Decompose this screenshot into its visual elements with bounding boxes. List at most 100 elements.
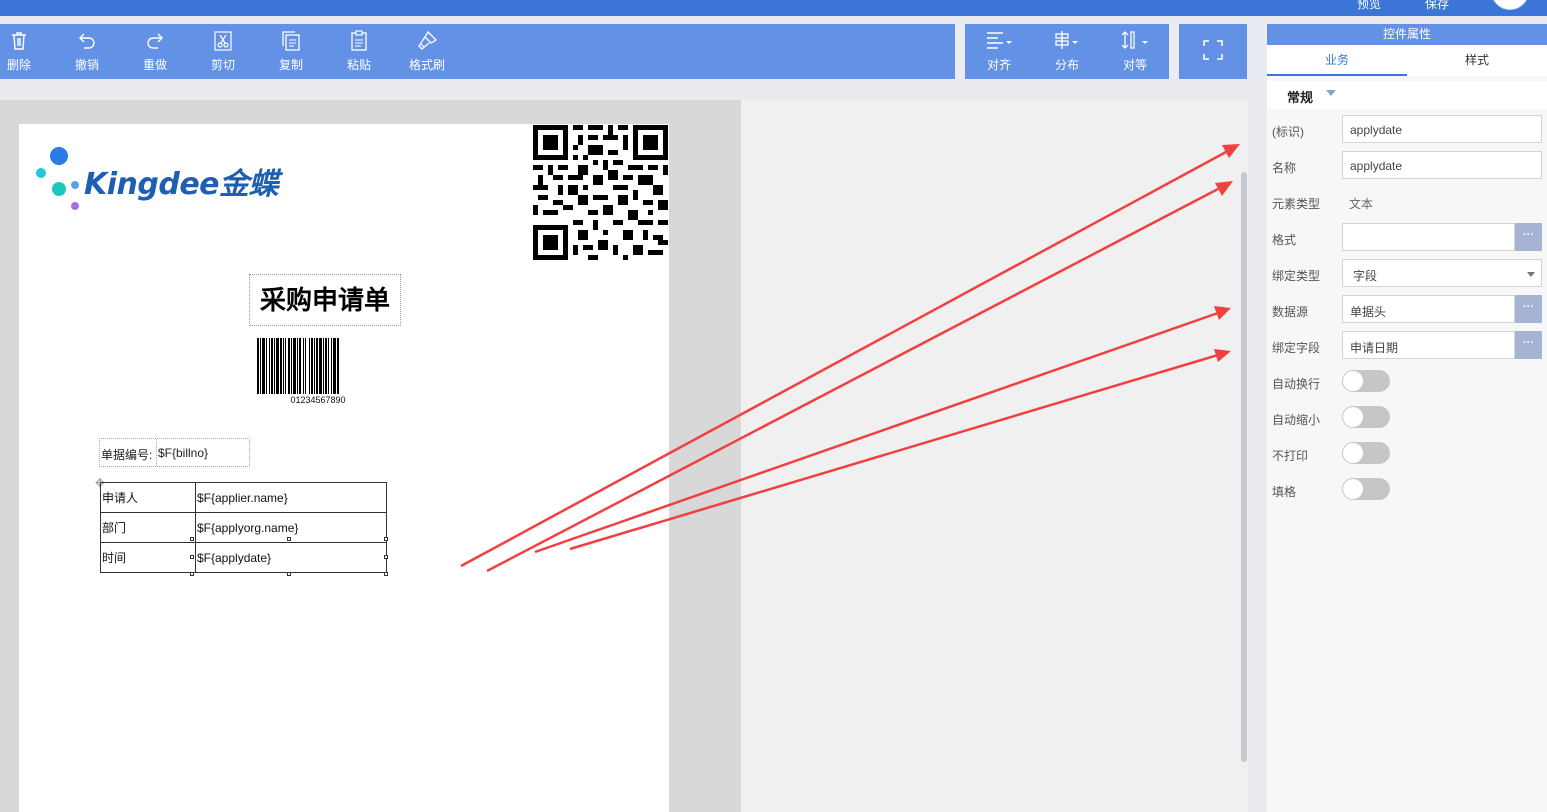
document-title[interactable]: 采购申请单 bbox=[249, 274, 401, 326]
toggle-knob bbox=[1343, 407, 1363, 427]
prop-fill-grid-row: 填格 bbox=[1267, 475, 1547, 505]
datasource-more-button[interactable]: ··· bbox=[1515, 295, 1542, 323]
prop-id-row: (标识) applydate bbox=[1267, 115, 1547, 145]
top-bar: 预览 保存 bbox=[0, 0, 1547, 16]
prop-label: 格式 bbox=[1272, 233, 1297, 247]
avatar[interactable] bbox=[1491, 0, 1529, 10]
canvas-scrollbar[interactable] bbox=[1240, 100, 1248, 812]
fullscreen-icon bbox=[1203, 40, 1223, 60]
scissors-icon bbox=[214, 31, 232, 51]
fullscreen-toolbar bbox=[1179, 24, 1247, 79]
selection-handle[interactable] bbox=[190, 572, 194, 576]
billno-field[interactable]: 单据编号: $F{billno} bbox=[99, 438, 250, 467]
prop-label: 元素类型 bbox=[1272, 197, 1321, 211]
prop-auto-shrink-row: 自动缩小 bbox=[1267, 403, 1547, 433]
copy-icon bbox=[282, 31, 300, 51]
barcode-bar bbox=[299, 338, 301, 394]
selection-handle[interactable] bbox=[287, 572, 291, 576]
datasource-input[interactable]: 单据头 bbox=[1342, 295, 1515, 323]
toggle-knob bbox=[1343, 479, 1363, 499]
save-link[interactable]: 保存 bbox=[1425, 0, 1449, 12]
toggle-knob bbox=[1343, 371, 1363, 391]
toggle-knob bbox=[1343, 443, 1363, 463]
billno-label: 单据编号: bbox=[101, 448, 153, 462]
barcode-bar bbox=[311, 338, 313, 394]
row-label[interactable]: 部门 bbox=[100, 512, 196, 543]
qr-code[interactable] bbox=[533, 125, 668, 260]
paste-button[interactable]: 粘贴 bbox=[329, 24, 389, 79]
prop-label: 自动缩小 bbox=[1272, 413, 1321, 427]
preview-link[interactable]: 预览 bbox=[1357, 0, 1381, 12]
bind-type-select[interactable]: 字段 bbox=[1342, 259, 1542, 287]
row-value-selected[interactable]: $F{applydate} bbox=[195, 542, 387, 573]
align-button[interactable]: 对齐 bbox=[969, 24, 1029, 79]
billno-value[interactable]: $F{billno} bbox=[156, 439, 249, 466]
barcode-bar bbox=[274, 338, 275, 394]
row-value[interactable]: $F{applyorg.name} bbox=[195, 512, 387, 543]
format-input[interactable] bbox=[1342, 223, 1515, 251]
bind-field-more-button[interactable]: ··· bbox=[1515, 331, 1542, 359]
align-icon bbox=[987, 32, 1012, 49]
name-input[interactable]: applydate bbox=[1342, 151, 1542, 179]
panel-title: 控件属性 bbox=[1267, 24, 1547, 45]
kingdee-logo[interactable]: Kingdee金蝶 bbox=[34, 145, 294, 215]
fullscreen-button[interactable] bbox=[1183, 24, 1243, 79]
barcode-bar bbox=[285, 338, 286, 394]
format-painter-button[interactable]: 格式刷 bbox=[397, 24, 457, 79]
distribute-button[interactable]: 分布 bbox=[1037, 24, 1097, 79]
barcode-bar bbox=[291, 338, 292, 394]
row-value[interactable]: $F{applier.name} bbox=[195, 482, 387, 513]
selection-handle[interactable] bbox=[384, 572, 388, 576]
logo-dots-icon bbox=[36, 147, 79, 210]
auto-wrap-toggle[interactable] bbox=[1342, 370, 1390, 392]
barcode-bar bbox=[337, 338, 339, 394]
auto-shrink-toggle[interactable] bbox=[1342, 406, 1390, 428]
scrollbar-thumb[interactable] bbox=[1241, 172, 1247, 762]
section-general[interactable]: 常规 bbox=[1267, 81, 1547, 109]
barcode-bar bbox=[288, 338, 290, 394]
table-row: 部门 $F{applyorg.name} bbox=[100, 512, 387, 543]
barcode-bar bbox=[309, 338, 310, 394]
row-label[interactable]: 时间 bbox=[100, 542, 196, 573]
selection-handle[interactable] bbox=[190, 537, 194, 541]
barcode[interactable] bbox=[256, 338, 380, 394]
table-row: 时间 $F{applydate} bbox=[100, 542, 387, 573]
barcode-bar bbox=[266, 338, 267, 394]
row-label[interactable]: 申请人 bbox=[100, 482, 196, 513]
info-table[interactable]: 申请人 $F{applier.name} 部门 $F{applyorg.name… bbox=[100, 482, 387, 573]
selection-handle[interactable] bbox=[384, 555, 388, 559]
bind-field-input[interactable]: 申请日期 bbox=[1342, 331, 1515, 359]
selection-handle[interactable] bbox=[287, 537, 291, 541]
equal-size-icon bbox=[1121, 31, 1148, 49]
delete-button[interactable]: 删除 bbox=[0, 24, 49, 79]
bind-type-value: 字段 bbox=[1353, 269, 1378, 283]
barcode-bar bbox=[331, 338, 332, 394]
fill-grid-toggle[interactable] bbox=[1342, 478, 1390, 500]
cut-button[interactable]: 剪切 bbox=[193, 24, 253, 79]
id-input[interactable]: applydate bbox=[1342, 115, 1542, 143]
redo-button[interactable]: 重做 bbox=[125, 24, 185, 79]
equalize-button[interactable]: 对等 bbox=[1105, 24, 1165, 79]
selection-handle[interactable] bbox=[190, 555, 194, 559]
barcode-bar bbox=[271, 338, 273, 394]
panel-tabs: 业务 样式 bbox=[1267, 45, 1547, 76]
prop-label: 绑定类型 bbox=[1272, 269, 1321, 283]
no-print-toggle[interactable] bbox=[1342, 442, 1390, 464]
caret-down-icon bbox=[1326, 90, 1336, 96]
redo-icon bbox=[147, 33, 163, 49]
selection-handle[interactable] bbox=[384, 537, 388, 541]
barcode-bar bbox=[333, 338, 336, 394]
undo-button[interactable]: 撤销 bbox=[57, 24, 117, 79]
tab-business[interactable]: 业务 bbox=[1267, 45, 1407, 76]
chevron-down-icon bbox=[1527, 272, 1535, 277]
copy-button[interactable]: 复制 bbox=[261, 24, 321, 79]
format-more-button[interactable]: ··· bbox=[1515, 223, 1542, 251]
barcode-bar bbox=[257, 338, 259, 394]
prop-label: 名称 bbox=[1272, 161, 1297, 175]
prop-auto-wrap-row: 自动换行 bbox=[1267, 367, 1547, 397]
barcode-bar bbox=[269, 338, 270, 394]
layout-toolbar: 对齐 分布 对等 bbox=[965, 24, 1169, 79]
barcode-bar bbox=[276, 338, 279, 394]
tab-style[interactable]: 样式 bbox=[1407, 45, 1547, 76]
barcode-bar bbox=[297, 338, 298, 394]
